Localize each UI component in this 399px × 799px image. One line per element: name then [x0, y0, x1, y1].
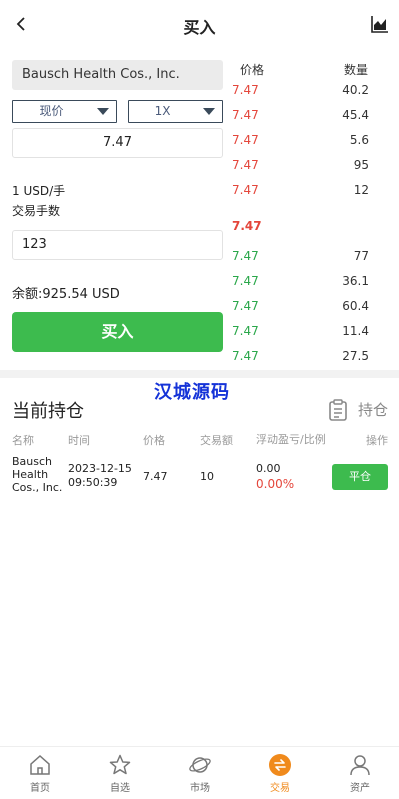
col-header-name: 名称 — [12, 434, 34, 447]
bid-row[interactable]: 7.47 77 — [0, 243, 399, 268]
tab-trade-label: 交易 — [270, 783, 290, 794]
area-chart-icon[interactable] — [371, 15, 389, 33]
col-header-op: 操作 — [366, 434, 388, 447]
ask-qty: 45.4 — [342, 108, 369, 122]
ask-row[interactable]: 7.47 95 — [0, 152, 399, 177]
tab-assets[interactable]: 资产 — [320, 747, 399, 799]
close-position-button[interactable]: 平仓 — [332, 464, 388, 490]
ask-row[interactable]: 7.47 40.2 — [0, 77, 399, 102]
bid-price: 7.47 — [232, 249, 259, 263]
ask-row[interactable]: 7.47 5.6 — [0, 127, 399, 152]
positions-link[interactable]: 持仓 — [329, 399, 388, 421]
ask-qty: 5.6 — [349, 133, 369, 147]
ask-price: 7.47 — [232, 108, 259, 122]
tab-watchlist[interactable]: 自选 — [80, 747, 160, 799]
user-icon — [350, 755, 370, 776]
clipboard-icon — [329, 399, 347, 421]
bid-qty: 36.1 — [342, 274, 369, 288]
position-price: 7.47 — [143, 470, 168, 483]
bid-price: 7.47 — [232, 324, 259, 338]
ask-price: 7.47 — [232, 133, 259, 147]
bid-qty: 77 — [353, 249, 369, 263]
col-header-time: 时间 — [68, 434, 90, 447]
home-icon — [30, 754, 50, 775]
tab-market-label: 市场 — [190, 783, 210, 794]
top-navbar: 买入 — [0, 0, 399, 50]
current-price-row: 7.47 — [0, 213, 399, 238]
orderbook-price-header: 价格 — [240, 63, 265, 77]
trade-icon — [269, 754, 291, 776]
positions-title: 当前持仓 — [12, 401, 84, 422]
bid-qty: 27.5 — [342, 349, 369, 363]
orderbook-qty-header: 数量 — [344, 63, 369, 77]
tab-home-label: 首页 — [30, 783, 50, 794]
bottom-tabbar: 首页 自选 市场 交易 资产 — [0, 746, 399, 799]
positions-link-label: 持仓 — [357, 401, 388, 419]
tab-home[interactable]: 首页 — [0, 747, 80, 799]
page-title: 买入 — [183, 18, 216, 37]
bid-row[interactable]: 7.47 36.1 — [0, 268, 399, 293]
tab-watchlist-label: 自选 — [110, 783, 130, 794]
tab-market[interactable]: 市场 — [160, 747, 240, 799]
pnl-value: 0.00 — [256, 462, 281, 475]
bid-row[interactable]: 7.47 60.4 — [0, 293, 399, 318]
planet-icon — [189, 757, 211, 773]
pnl-ratio: 0.00% — [256, 477, 295, 491]
ask-price: 7.47 — [232, 158, 259, 172]
ask-qty: 95 — [353, 158, 369, 172]
tab-assets-label: 资产 — [350, 783, 370, 794]
bid-price: 7.47 — [232, 299, 259, 313]
bid-qty: 11.4 — [342, 324, 369, 338]
bid-price: 7.47 — [232, 274, 259, 288]
ask-row[interactable]: 7.47 45.4 — [0, 102, 399, 127]
star-icon — [109, 754, 131, 775]
col-header-amount: 交易额 — [200, 434, 233, 447]
position-time: 2023-12-15 09:50:39 — [68, 462, 132, 489]
position-name: Bausch Health Cos., Inc. — [12, 455, 63, 494]
col-header-pnl: 浮动盈亏/比例 — [256, 433, 326, 446]
col-header-price: 价格 — [143, 434, 165, 447]
ask-qty: 40.2 — [342, 83, 369, 97]
watermark-text: 汉城源码 — [154, 382, 230, 403]
ask-price: 7.47 — [232, 83, 259, 97]
section-divider — [0, 370, 399, 378]
ask-price: 7.47 — [232, 183, 259, 197]
bid-row[interactable]: 7.47 11.4 — [0, 318, 399, 343]
bid-price: 7.47 — [232, 349, 259, 363]
tab-trade[interactable]: 交易 — [240, 747, 320, 799]
current-price: 7.47 — [232, 219, 262, 233]
ask-row[interactable]: 7.47 12 — [0, 177, 399, 202]
position-amount: 10 — [200, 470, 214, 483]
ask-qty: 12 — [353, 183, 369, 197]
bid-qty: 60.4 — [342, 299, 369, 313]
bid-row[interactable]: 7.47 27.5 — [0, 343, 399, 368]
position-pnl: 0.00 0.00% — [256, 462, 294, 491]
